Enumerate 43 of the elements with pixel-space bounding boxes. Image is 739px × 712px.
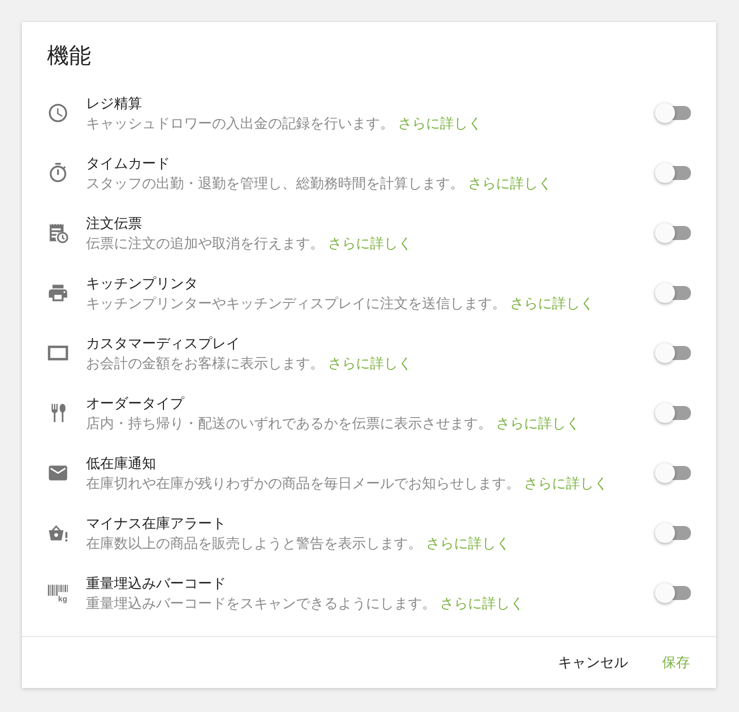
feature-title: マイナス在庫アラート	[86, 514, 227, 532]
toggle-switch[interactable]	[655, 462, 691, 484]
feature-title: レジ精算	[86, 94, 143, 112]
feature-description: キャッシュドロワーの入出金の記録を行います。	[86, 114, 394, 130]
receipt-clock-icon	[47, 222, 69, 244]
toggle-switch[interactable]	[655, 582, 691, 604]
toggle-switch[interactable]	[655, 402, 691, 424]
learn-more-link[interactable]: さらに詳しく	[496, 414, 580, 430]
toggle-switch[interactable]	[655, 342, 691, 364]
feature-title: 低在庫通知	[86, 454, 157, 472]
feature-description: 在庫数以上の商品を販売しようと警告を表示します。	[86, 534, 422, 550]
feature-description: 伝票に注文の追加や取消を行えます。	[86, 234, 324, 250]
feature-title: 重量埋込みバーコード	[86, 574, 227, 592]
toggle-switch[interactable]	[655, 102, 691, 124]
feature-description: 店内・持ち帰り・配送のいずれであるかを伝票に表示させます。	[86, 414, 492, 430]
feature-title: オーダータイプ	[86, 394, 186, 412]
toggle-switch[interactable]	[655, 222, 691, 244]
panel-title: 機能	[47, 42, 92, 70]
feature-title: キッチンプリンタ	[86, 274, 199, 292]
toggle-switch[interactable]	[655, 522, 691, 544]
feature-description: 在庫切れや在庫が残りわずかの商品を毎日メールでお知らせします。	[86, 474, 520, 490]
stopwatch-icon	[47, 162, 69, 184]
printer-icon	[47, 282, 69, 304]
feature-title: 注文伝票	[86, 214, 143, 232]
learn-more-link[interactable]: さらに詳しく	[328, 234, 412, 250]
feature-title: カスタマーディスプレイ	[86, 334, 241, 352]
cancel-button[interactable]: キャンセル	[550, 646, 636, 680]
feature-description: スタッフの出勤・退勤を管理し、総勤務時間を計算します。	[86, 174, 464, 190]
learn-more-link[interactable]: さらに詳しく	[426, 534, 510, 550]
learn-more-link[interactable]: さらに詳しく	[328, 354, 412, 370]
learn-more-link[interactable]: さらに詳しく	[524, 474, 608, 490]
toggle-switch[interactable]	[655, 282, 691, 304]
learn-more-link[interactable]: さらに詳しく	[398, 114, 482, 130]
learn-more-link[interactable]: さらに詳しく	[440, 594, 524, 610]
feature-title: タイムカード	[86, 154, 171, 172]
save-button[interactable]: 保存	[654, 646, 698, 680]
feature-description: キッチンプリンターやキッチンディスプレイに注文を送信します。	[86, 294, 506, 310]
clock-icon	[47, 102, 69, 124]
feature-description: 重量埋込みバーコードをスキャンできるようにします。	[86, 594, 436, 610]
learn-more-link[interactable]: さらに詳しく	[468, 174, 552, 190]
toggle-switch[interactable]	[655, 162, 691, 184]
learn-more-link[interactable]: さらに詳しく	[510, 294, 594, 310]
feature-description: お会計の金額をお客様に表示します。	[86, 354, 324, 370]
